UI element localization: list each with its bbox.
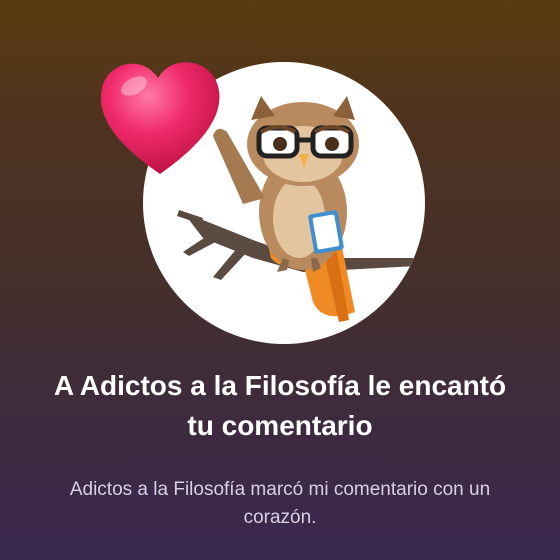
notification-title: A Adictos a la Filosofía le encantó tu c… (53, 370, 507, 441)
notification-subtitle: Adictos a la Filosofía marcó mi comentar… (69, 479, 491, 528)
reaction-notification-card: A Adictos a la Filosofía le encantó tu c… (0, 0, 560, 560)
heart-icon (92, 52, 228, 182)
